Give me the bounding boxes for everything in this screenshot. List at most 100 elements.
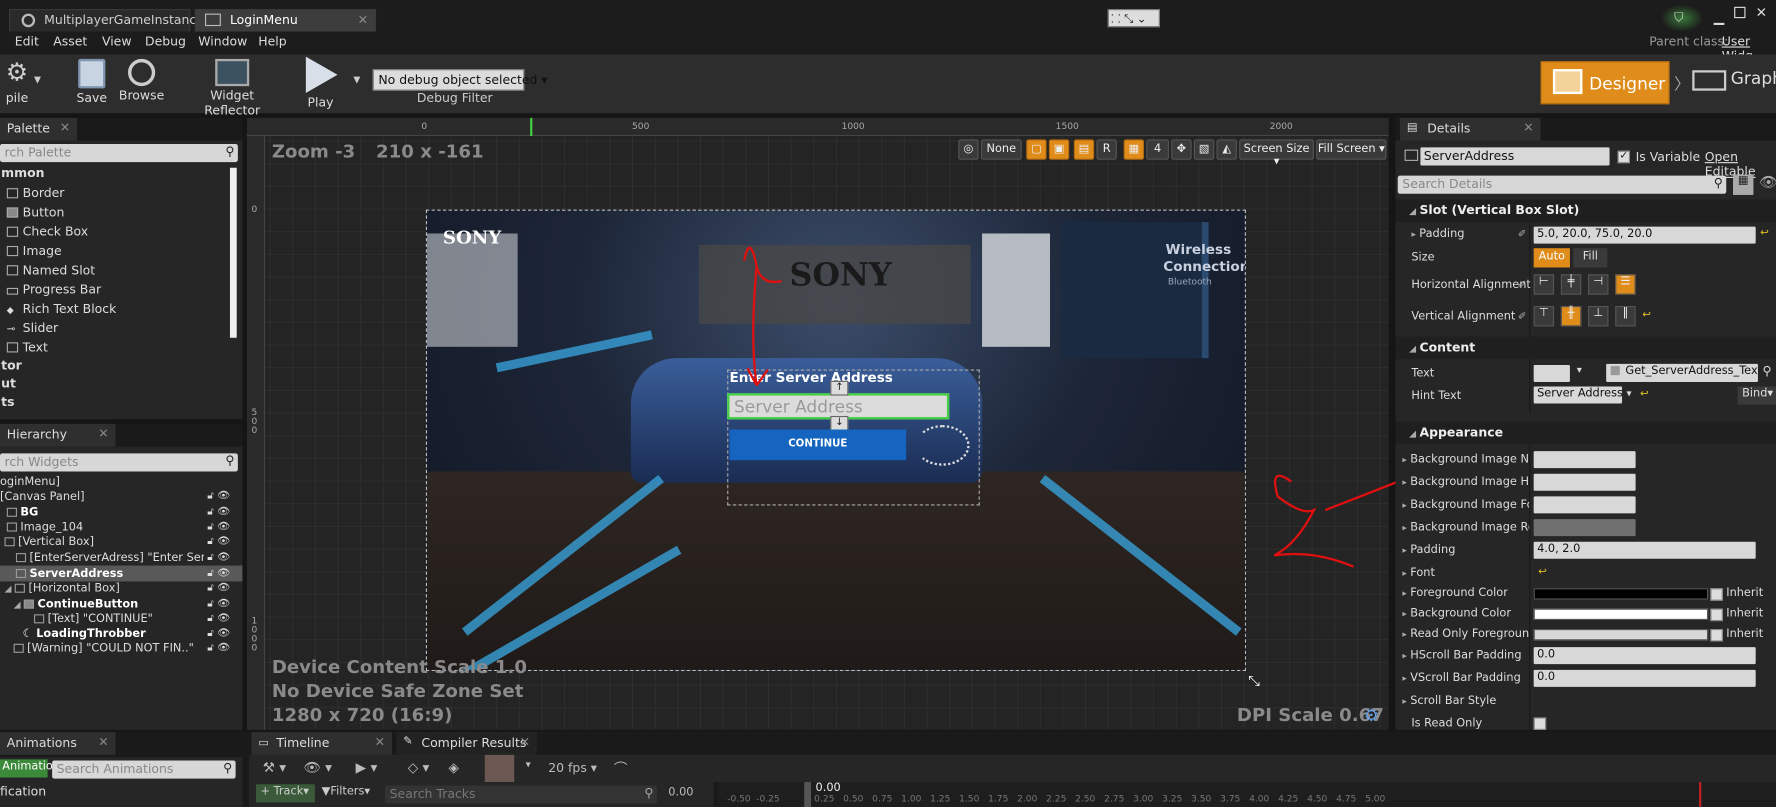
foreground-inherit-checkbox[interactable]	[1710, 588, 1723, 601]
grid-view-icon[interactable]: ▦	[1733, 174, 1754, 195]
reset-arrow-icon[interactable]: ↩	[1640, 389, 1649, 400]
text-binding-value: Get_ServerAddress_Text	[1625, 364, 1758, 378]
padding-input[interactable]: 5.0, 20.0, 75.0, 20.0	[1533, 226, 1756, 244]
transform-icon[interactable]: ⚒ ▾	[263, 759, 286, 775]
function-icon	[1610, 366, 1620, 376]
valign-bottom-button[interactable]: ⊥	[1588, 306, 1609, 327]
valign-top-button[interactable]: ⊤	[1533, 306, 1555, 327]
bg-image-readonly-label[interactable]: ▸Background Image Read	[1402, 521, 1529, 533]
readonly-inherit-checkbox[interactable]	[1710, 629, 1723, 642]
eye-icon[interactable]: 👁︎ ▾	[304, 759, 332, 775]
close-icon[interactable]: ✕	[375, 734, 385, 749]
valign-center-button[interactable]: ╫	[1560, 306, 1582, 327]
timeline-tick-label: 4.75	[1336, 793, 1357, 804]
binding-icon[interactable]: ✐	[1518, 312, 1527, 323]
text-binding-dropdown[interactable]: Get_ServerAddress_Text	[1606, 363, 1758, 382]
playback-swatch[interactable]	[484, 754, 515, 783]
valign-fill-icon: ‖	[1622, 307, 1629, 320]
bind-dropdown[interactable]: Bind▾	[1737, 386, 1776, 405]
hint-text-input[interactable]: Server Address	[1533, 386, 1623, 404]
eye-icon[interactable]: 👁︎	[1759, 175, 1776, 192]
animations-tab[interactable]: Animations ✕	[0, 732, 116, 755]
hscroll-padding-value: 0.0	[1537, 648, 1556, 661]
is-variable-checkbox[interactable]: ✓	[1617, 150, 1630, 164]
curve-icon[interactable]: ⌒	[614, 758, 628, 777]
vscroll-padding-input[interactable]: 0.0	[1533, 669, 1756, 687]
bg-image-hover-swatch[interactable]	[1533, 473, 1636, 491]
binding-icon[interactable]: ✐	[1518, 229, 1527, 240]
dropdown-arrow-icon[interactable]: ▾	[1577, 365, 1582, 376]
align-fill-button[interactable]: ☰	[1615, 274, 1636, 295]
timeline-tab-label: Timeline	[276, 735, 330, 751]
scroll-bar-style-label[interactable]: ▸ Scroll Bar Style	[1402, 695, 1496, 707]
hscroll-padding-label[interactable]: ▸ HScroll Bar Padding	[1402, 649, 1521, 661]
padding2-label[interactable]: ▸ Padding	[1402, 544, 1455, 556]
fps-dropdown[interactable]: 20 fps ▾	[548, 761, 597, 776]
add-animation-button[interactable]: Animation	[0, 759, 60, 778]
size-fill-button[interactable]: Fill	[1573, 248, 1608, 268]
font-label[interactable]: ▸ Font	[1402, 567, 1435, 579]
animations-panel: Animation Search Animations ⚲ fication	[0, 757, 243, 807]
content-section-header[interactable]: ◢ Content	[1395, 336, 1776, 360]
background-inherit-checkbox[interactable]	[1710, 608, 1723, 622]
widget-name-input[interactable]: ServerAddress	[1420, 147, 1610, 166]
add-track-button[interactable]: + Track▾	[255, 784, 315, 803]
key-icon[interactable]: ◇ ▾	[408, 759, 430, 775]
readonly-fg-swatch[interactable]	[1533, 629, 1709, 641]
readonly-fg-label[interactable]: ▸Read Only Foreground C	[1402, 628, 1529, 640]
timeline-tick-label: 1.25	[930, 793, 951, 804]
play-icon[interactable]: ▶ ▾	[356, 759, 378, 775]
bg-image-normal-swatch[interactable]	[1533, 451, 1636, 469]
align-left-button[interactable]: ⊢	[1533, 274, 1555, 295]
timeline-tick-label: -0.50	[727, 793, 751, 804]
dropdown-arrow-icon[interactable]: ▾	[1627, 389, 1632, 400]
bg-image-focus-swatch[interactable]	[1533, 496, 1636, 514]
binding-icon[interactable]: ✐	[1518, 280, 1527, 291]
align-right-button[interactable]: ⊣	[1588, 274, 1609, 295]
compiler-results-tab[interactable]: ✎ Compiler Results ✕	[396, 732, 537, 755]
widget-type-icon	[1404, 149, 1419, 161]
timeline-tick-label: 4.50	[1307, 793, 1328, 804]
details-tab[interactable]: ▤ Details ✕	[1400, 117, 1541, 141]
valign-fill-button[interactable]: ‖	[1615, 306, 1636, 327]
foreground-color-label[interactable]: ▸ Foreground Color	[1402, 587, 1508, 599]
close-icon[interactable]: ✕	[520, 734, 530, 749]
timeline-tick-label: 3.75	[1220, 793, 1241, 804]
read-only-checkbox[interactable]	[1533, 717, 1547, 730]
close-icon[interactable]: ✕	[98, 734, 108, 749]
reset-arrow-icon[interactable]: ↩	[1760, 228, 1769, 239]
foreground-color-swatch[interactable]	[1533, 588, 1709, 600]
filters-dropdown[interactable]: ▼Filters▾	[322, 785, 370, 797]
timeline-tab[interactable]: ▭ Timeline ✕	[251, 732, 392, 755]
background-color-swatch[interactable]	[1533, 608, 1709, 620]
background-color-label[interactable]: ▸ Background Color	[1402, 608, 1511, 620]
snap-icon[interactable]: ◈	[449, 759, 459, 775]
search-icon[interactable]: ⚲	[1762, 364, 1771, 379]
bg-image-readonly-swatch[interactable]	[1533, 519, 1636, 537]
close-icon[interactable]: ✕	[1523, 120, 1533, 135]
expand-arrow-icon[interactable]: ▸	[1411, 229, 1416, 239]
padding2-input[interactable]: 4.0, 2.0	[1533, 541, 1756, 559]
size-auto-button[interactable]: Auto	[1533, 248, 1570, 268]
inherit-label: Inherit	[1726, 607, 1764, 620]
bg-image-focus-label[interactable]: ▸Background Image Focu	[1402, 499, 1529, 511]
timeline-ruler[interactable]: 0.00 -0.50 -0.25 0.25 0.50 0.75 1.00 1.25 1.50 1…	[718, 782, 1776, 807]
reset-arrow-icon[interactable]: ↩	[1642, 309, 1651, 320]
dropdown-arrow-icon[interactable]: ▾	[526, 759, 531, 770]
current-time-field[interactable]: 0.00	[668, 787, 693, 799]
reset-arrow-icon[interactable]: ↩	[1538, 567, 1547, 578]
hscroll-padding-input[interactable]: 0.0	[1533, 647, 1756, 665]
text-value-input[interactable]	[1533, 364, 1570, 382]
bg-image-normal-label[interactable]: ▸Background Image Norm	[1402, 453, 1529, 465]
search-tracks-input[interactable]: Search Tracks ⚲	[385, 785, 657, 804]
bg-image-hover-label[interactable]: ▸Background Image Hove	[1402, 476, 1529, 488]
slot-section-header[interactable]: ◢ Slot (Vertical Box Slot)	[1395, 199, 1776, 223]
search-animations-input[interactable]: Search Animations ⚲	[52, 760, 236, 779]
details-search-input[interactable]: Search Details ⚲	[1397, 175, 1727, 194]
vscroll-padding-label[interactable]: ▸ VScroll Bar Padding	[1402, 672, 1520, 684]
playhead[interactable]	[804, 782, 812, 807]
search-icon: ⚲	[223, 760, 233, 776]
inherit-label: Inherit	[1726, 587, 1764, 600]
align-center-button[interactable]: ╪	[1560, 274, 1582, 295]
appearance-section-header[interactable]: ◢ Appearance	[1395, 421, 1776, 445]
